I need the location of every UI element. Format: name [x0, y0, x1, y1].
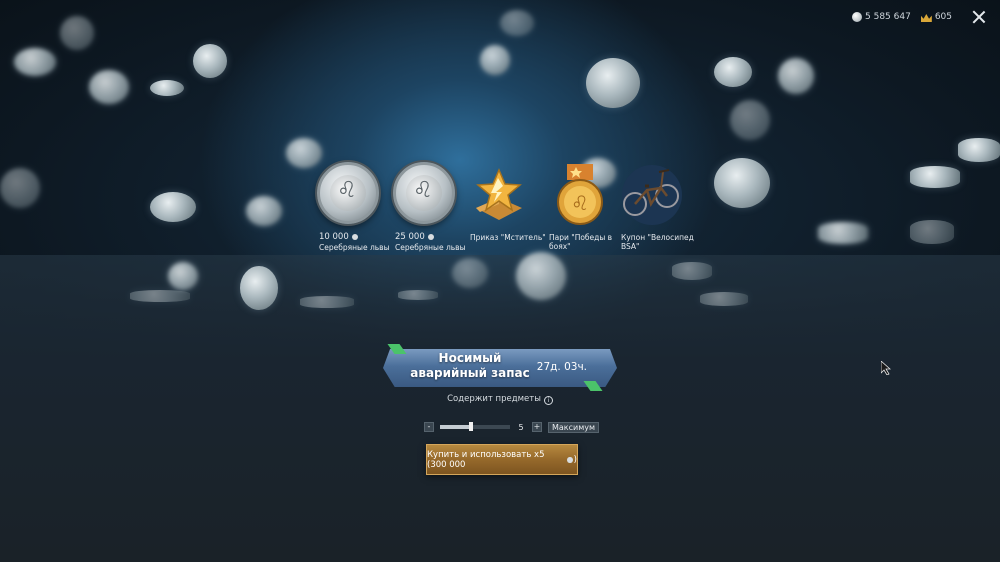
- reward-label: Приказ "Мститель": [470, 233, 546, 242]
- quantity-slider[interactable]: [440, 422, 510, 431]
- coin-decor: [0, 168, 40, 208]
- coin-decor: [714, 57, 752, 87]
- coin-decor: [246, 196, 282, 226]
- coin-decor: [500, 10, 534, 36]
- coin-decor: [516, 252, 566, 300]
- coin-decor: [150, 80, 184, 96]
- reward-item[interactable]: Купон "Велосипед BSA": [621, 162, 701, 251]
- coin-decor: [130, 290, 190, 302]
- increase-button[interactable]: +: [532, 422, 542, 432]
- reward-item[interactable]: ♌ Пари "Победы в боях": [549, 162, 629, 251]
- maximum-button[interactable]: Максимум: [548, 421, 600, 433]
- offer-title: Носимый аварийный запас: [410, 351, 530, 380]
- order-star-icon: [468, 162, 534, 228]
- coin-decor: [150, 192, 196, 222]
- close-icon[interactable]: [972, 10, 986, 24]
- gold-balance-value: 605: [934, 12, 952, 22]
- bicycle-icon: [619, 162, 685, 228]
- reward-amount: 25 000: [395, 232, 475, 242]
- coin-decor: [778, 58, 814, 94]
- coin-decor: [730, 100, 770, 140]
- reward-amount: 10 000: [319, 232, 399, 242]
- reward-item[interactable]: ♌ 25 000 Серебряные львы: [393, 162, 475, 252]
- slider-fill: [440, 425, 471, 429]
- silver-lion-coin-icon: ♌: [317, 162, 383, 228]
- coin-decor: [586, 58, 640, 108]
- reward-label: Пари "Победы в боях": [549, 233, 613, 251]
- reward-item[interactable]: ♌ 10 000 Серебряные львы: [317, 162, 399, 252]
- slider-thumb[interactable]: [468, 422, 473, 431]
- coin-decor: [240, 266, 278, 310]
- silver-lion-icon: [852, 12, 862, 22]
- silver-mini-icon: [351, 234, 358, 240]
- silver-mini-icon: [567, 456, 573, 463]
- coin-decor: [193, 44, 227, 78]
- contains-items-label: Содержит предметы: [447, 394, 541, 404]
- coin-decor: [60, 16, 94, 50]
- reward-label: Серебряные львы: [319, 243, 390, 252]
- coin-decor: [910, 220, 954, 244]
- coin-decor: [300, 296, 354, 308]
- currency-bar: 5 585 647 605: [852, 8, 986, 26]
- coin-decor: [714, 158, 770, 208]
- offer-timer: 27д. 03ч.: [536, 361, 587, 373]
- quantity-selector: - 5 + Максимум: [424, 421, 600, 433]
- buy-and-use-button[interactable]: Купить и использовать x5 (300 000): [426, 444, 578, 475]
- quantity-value: 5: [518, 422, 524, 432]
- reward-label: Серебряные львы: [395, 243, 466, 252]
- coin-decor: [910, 166, 960, 188]
- gold-medal-icon: ♌: [547, 162, 613, 228]
- coin-decor: [700, 292, 748, 306]
- coin-decor: [14, 48, 56, 76]
- coin-decor: [398, 290, 438, 300]
- svg-text:♌: ♌: [571, 191, 589, 215]
- decrease-button[interactable]: -: [424, 422, 434, 432]
- silver-balance: 5 585 647: [852, 12, 911, 22]
- coin-decor: [452, 258, 488, 288]
- contains-items-row: Содержит предметы i: [0, 394, 1000, 405]
- coin-decor: [168, 262, 198, 290]
- silver-balance-value: 5 585 647: [865, 12, 911, 22]
- reward-label: Купон "Велосипед BSA": [621, 233, 694, 251]
- gold-balance: 605: [921, 12, 952, 22]
- silver-mini-icon: [427, 234, 434, 240]
- background-scene: [0, 0, 1000, 562]
- offer-banner: Носимый аварийный запас 27д. 03ч.: [383, 344, 617, 391]
- coin-decor: [672, 262, 712, 280]
- info-icon[interactable]: i: [543, 396, 553, 405]
- coin-decor: [89, 70, 129, 104]
- mouse-cursor-icon: [881, 361, 891, 375]
- coin-decor: [818, 222, 868, 244]
- silver-lion-coin-icon: ♌: [393, 162, 459, 228]
- gold-crown-icon: [921, 12, 932, 22]
- coin-decor: [480, 45, 510, 75]
- buy-button-suffix: ): [573, 454, 577, 465]
- buy-button-label: Купить и использовать x5 (300 000: [427, 449, 545, 470]
- coin-decor: [958, 138, 1000, 162]
- reward-item[interactable]: Приказ "Мститель": [470, 162, 550, 242]
